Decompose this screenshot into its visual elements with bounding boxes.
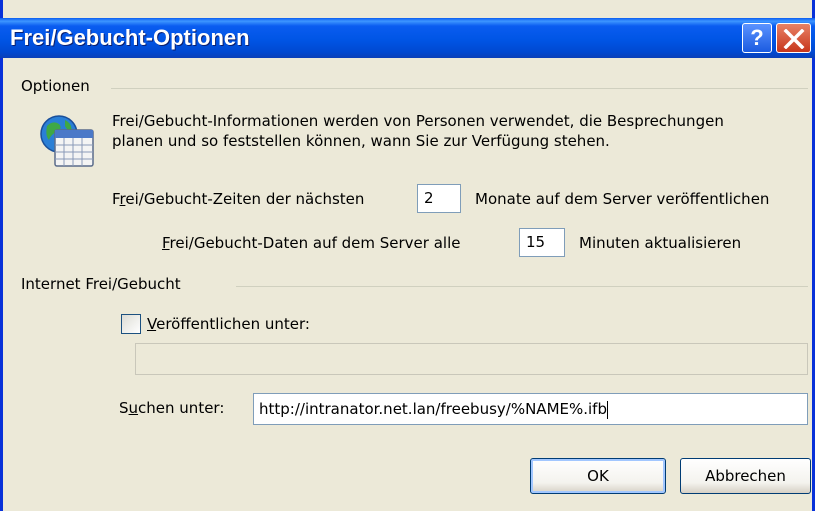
- help-button[interactable]: ?: [742, 23, 772, 53]
- update-interval-label: Frei/Gebucht-Daten auf dem Server alle: [162, 234, 460, 252]
- accelerator-key: F: [162, 234, 170, 252]
- search-url-input[interactable]: http://intranator.net.lan/freebusy/%NAME…: [253, 393, 808, 425]
- cancel-button[interactable]: Abbrechen: [680, 458, 811, 494]
- close-icon: [783, 29, 805, 49]
- free-busy-options-dialog: [0, 0, 815, 511]
- text-caret: [606, 400, 608, 419]
- publish-url-input: [135, 343, 808, 375]
- window-title: Frei/Gebucht-Optionen: [10, 25, 250, 50]
- label-part: eröffentlichen unter:: [156, 315, 310, 333]
- publish-at-checkbox[interactable]: [121, 314, 141, 334]
- label-part: chen unter:: [138, 399, 225, 417]
- close-button[interactable]: [776, 23, 811, 53]
- label-part: F: [112, 190, 120, 208]
- options-group-divider: [111, 88, 808, 89]
- publish-months-suffix: Monate auf dem Server veröffentlichen: [475, 190, 770, 208]
- ok-button[interactable]: OK: [530, 458, 666, 494]
- update-minutes-input[interactable]: 15: [519, 228, 565, 257]
- update-interval-suffix: Minuten aktualisieren: [579, 234, 742, 252]
- label-part: rei/Gebucht-Daten auf dem Server alle: [169, 234, 461, 252]
- publish-months-input[interactable]: 2: [417, 184, 461, 213]
- label-part: S: [119, 399, 129, 417]
- description-text: Frei/Gebucht-Informationen werden von Pe…: [112, 112, 724, 150]
- publish-months-label: Frei/Gebucht-Zeiten der nächsten: [112, 190, 364, 208]
- search-at-label: Suchen unter:: [119, 399, 224, 417]
- label-part: ei/Gebucht-Zeiten der nächsten: [125, 190, 365, 208]
- search-url-value: http://intranator.net.lan/freebusy/%NAME…: [259, 400, 607, 418]
- options-group-label: Optionen: [21, 77, 90, 95]
- internet-group-divider: [236, 286, 808, 287]
- accelerator-key: u: [128, 399, 139, 417]
- accelerator-key: V: [147, 315, 157, 333]
- publish-at-label[interactable]: Veröffentlichen unter:: [147, 315, 310, 333]
- help-icon: ?: [750, 25, 764, 50]
- internet-group-label: Internet Frei/Gebucht: [21, 275, 181, 293]
- calendar-globe-icon: [40, 115, 94, 167]
